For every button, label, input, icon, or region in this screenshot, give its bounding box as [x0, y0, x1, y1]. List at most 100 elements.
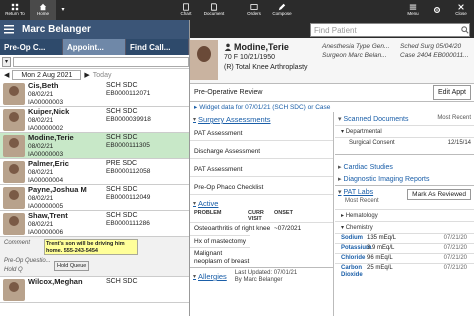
- lab-value: 25 mEq/L: [367, 265, 393, 271]
- review-bar: Pre-Operative Review Edit Appt: [190, 84, 474, 102]
- return-to-label: Return To: [5, 11, 25, 17]
- mark-as-reviewed-button[interactable]: Mark As Reviewed: [407, 189, 471, 200]
- chemistry-group[interactable]: ▾ Chemistry: [335, 221, 474, 233]
- document-button[interactable]: Document: [200, 0, 228, 20]
- patient-id: EB0000039918: [106, 116, 151, 123]
- patient-type: SCH SDC: [106, 134, 138, 141]
- patient-type: SCH SDC: [106, 108, 138, 115]
- lab-name: Potassium: [341, 245, 372, 251]
- find-patient-input[interactable]: Find Patient: [310, 23, 470, 37]
- compose-button[interactable]: Compose: [268, 0, 296, 20]
- patient-row[interactable]: Payne,Joshua M 08/02/21 IA00000005 SCH SDC…: [0, 185, 189, 211]
- active-problems-header[interactable]: ▾ Active: [190, 195, 333, 210]
- patient-header-name: Modine,Terie: [234, 42, 289, 52]
- chevron-down-icon: ▾: [61, 7, 65, 13]
- lab-name: Sodium: [341, 235, 363, 241]
- prev-day-button[interactable]: ◀: [4, 71, 9, 79]
- lab-row[interactable]: Potassium 3.9 mEq/L 07/21/20: [335, 243, 474, 253]
- problem-row[interactable]: Osteoarthritis of right knee ~07/2021: [190, 222, 333, 235]
- home-button[interactable]: Home: [30, 0, 56, 20]
- assessment-item[interactable]: PAT Assessment: [190, 127, 333, 141]
- lab-value: 3.9 mEq/L: [367, 245, 395, 251]
- edit-appt-button[interactable]: Edit Appt: [432, 85, 471, 100]
- pat-labs-header[interactable]: ▾ PAT Labs: [338, 188, 373, 197]
- patient-row[interactable]: Shaw,Trent 08/02/21 IA00000006 SCH SDC EB00…: [0, 211, 189, 237]
- onset-col-header: ONSET: [274, 210, 293, 216]
- orders-button[interactable]: Orders: [242, 0, 266, 20]
- search-icon: [461, 26, 469, 34]
- patient-row-selected[interactable]: Modine,Terie 08/02/21 IA00000003 SCH SDC EB…: [0, 133, 189, 159]
- patient-expand-panel: Comment Trent's son will be driving him …: [0, 237, 189, 277]
- problem-col-header: PROBLEM: [194, 210, 222, 216]
- today-button[interactable]: Today: [93, 72, 112, 79]
- date-field[interactable]: Mon 2 Aug 2021: [12, 70, 82, 80]
- lab-value: 135 mEq/L: [367, 235, 397, 241]
- patient-type: SCH SDC: [106, 82, 138, 89]
- diagnostic-imaging-title: Diagnostic Imaging Reports: [343, 175, 430, 183]
- patient-id: EB0000112058: [106, 168, 151, 175]
- filter-button[interactable]: ▾: [2, 56, 12, 67]
- close-button[interactable]: Close: [450, 0, 472, 20]
- return-to-button[interactable]: Return To: [0, 0, 30, 20]
- patient-date: 08/02/21: [28, 143, 54, 150]
- patient-row[interactable]: Kuiper,Nick 08/02/21 IA00000002 SCH SDC EB0…: [0, 107, 189, 133]
- hold-q-label: Hold Q: [4, 267, 23, 273]
- patient-photo: [3, 109, 25, 131]
- patient-id: EB0000111305: [106, 142, 150, 149]
- assessment-item[interactable]: Pre-Op Phaco Checklist: [190, 177, 333, 195]
- problem-table-header: PROBLEM CURR VISIT ONSET: [190, 210, 333, 222]
- menu-button[interactable]: Menu: [402, 0, 424, 20]
- diagnostic-imaging-header[interactable]: ▸ Diagnostic Imaging Reports: [335, 173, 474, 185]
- problem-row[interactable]: Malignant neoplasm of breast: [190, 247, 250, 267]
- chart-button[interactable]: Chart: [176, 0, 196, 20]
- assessments-column: ▾ Surgery Assessments PAT Assessment Dis…: [190, 112, 334, 316]
- document-icon: [211, 3, 217, 11]
- settings-button[interactable]: [426, 0, 448, 20]
- list-search-input[interactable]: [13, 56, 189, 67]
- patient-row[interactable]: Palmer,Eric 08/02/21 IA00000004 PRE SDC EB0…: [0, 159, 189, 185]
- problem-onset: ~07/2021: [274, 225, 302, 232]
- hold-queue-button[interactable]: Hold Queue: [54, 261, 90, 271]
- surgery-assessments-header[interactable]: ▾ Surgery Assessments: [190, 112, 333, 127]
- patient-row[interactable]: Cis,Beth 08/02/21 IA00000003 SCH SDC EB0000…: [0, 81, 189, 107]
- lab-row[interactable]: Chloride 96 mEq/L 07/21/20: [335, 253, 474, 263]
- user-name: Marc Belanger: [22, 24, 91, 35]
- widget-data-link[interactable]: ▸ Widget data for 07/01/21 (SCH SDC) or …: [190, 102, 474, 112]
- patient-row[interactable]: Wilcox,Meghan SCH SDC: [0, 277, 189, 303]
- chemistry-label: Chemistry: [345, 225, 373, 231]
- lab-name: Chloride: [341, 255, 366, 261]
- patient-photo: [3, 135, 25, 157]
- cardiac-studies-header[interactable]: ▸ Cardiac Studies: [335, 154, 474, 173]
- hematology-group[interactable]: ▸ Hematology: [335, 209, 474, 221]
- lab-row[interactable]: Carbon Dioxide 25 mEq/L 07/21/20: [335, 263, 474, 280]
- document-name: Surgical Consent: [349, 140, 395, 146]
- patient-header-photo: [190, 40, 218, 80]
- patient-photo: [3, 279, 25, 301]
- home-label: Home: [36, 11, 49, 17]
- chevron-down-icon: ▾: [193, 274, 197, 280]
- tab-preop-call[interactable]: Pre-Op C...: [0, 39, 63, 55]
- allergies-header[interactable]: ▾ Allergies: [193, 272, 227, 281]
- anesthesia-type: Anesthesia Type Gen...: [322, 43, 390, 50]
- home-dropdown[interactable]: ▾: [56, 0, 70, 20]
- chevron-down-icon: ▾: [193, 201, 197, 207]
- departmental-group[interactable]: ▾ Departmental: [335, 125, 474, 137]
- surgery-assessments-title: Surgery Assessments: [198, 115, 271, 124]
- patient-header: Modine,Terie 70 F 10/21/1950 (R) Total K…: [190, 38, 474, 84]
- patient-photo: [3, 213, 25, 235]
- hamburger-button[interactable]: [0, 20, 18, 39]
- document-row[interactable]: Surgical Consent 12/15/14: [335, 137, 474, 148]
- patient-name: Modine,Terie: [28, 133, 74, 142]
- assessment-item[interactable]: PAT Assessment: [190, 159, 333, 177]
- list-filter-row: ▾: [0, 55, 189, 69]
- problem-row[interactable]: Hx of mastectomy: [190, 234, 250, 248]
- assessment-item[interactable]: Discharge Assessment: [190, 141, 333, 159]
- lab-row[interactable]: Sodium 135 mEq/L 07/21/20: [335, 233, 474, 243]
- next-day-button[interactable]: ▶: [84, 71, 89, 79]
- patient-name: Shaw,Trent: [28, 211, 68, 220]
- tab-find-call[interactable]: Find Call...: [126, 39, 189, 55]
- tab-appointments[interactable]: Appoint...: [63, 39, 126, 55]
- patient-date: 08/02/21: [28, 221, 54, 228]
- patient-type: SCH SDC: [106, 278, 138, 285]
- scanned-documents-header[interactable]: ▾ Scanned Documents: [338, 115, 409, 124]
